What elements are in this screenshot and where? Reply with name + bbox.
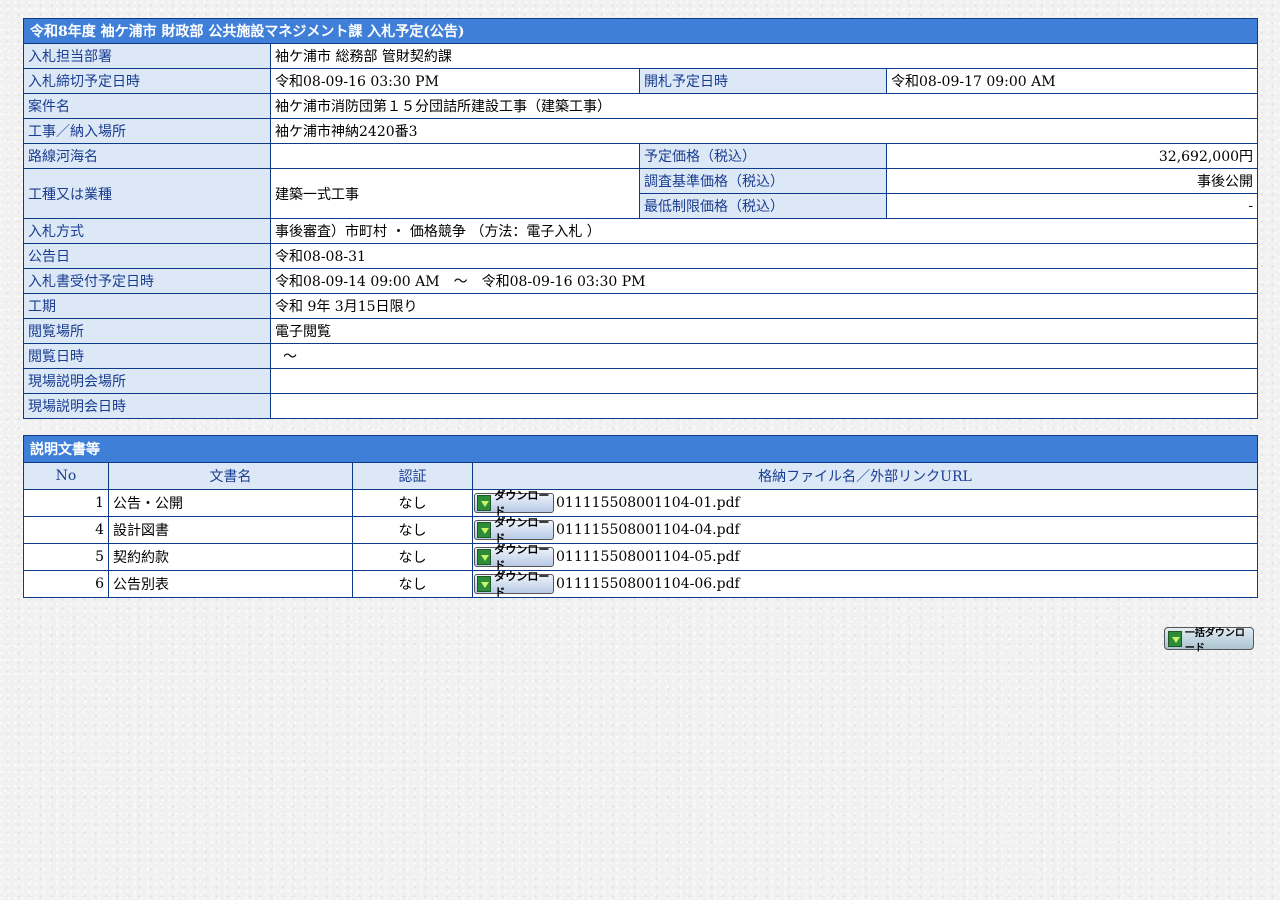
table-row: 1 公告・公開 なし ダウンロード 011115508001104-01.pdf: [23, 489, 1258, 518]
site-place-value: [269, 368, 1259, 394]
doc-no: 6: [23, 570, 109, 598]
page-container: 令和8年度 袖ケ浦市 財政部 公共施設マネジメント課 入札予定(公告) 入札担当…: [22, 18, 1259, 599]
download-icon: [1168, 630, 1182, 647]
opening-value: 令和08-09-17 09:00 AM: [885, 68, 1259, 94]
period-value: 令和 9年 3月15日限り: [269, 293, 1259, 319]
view-place-label: 閲覧場所: [23, 318, 271, 344]
doc-filename: 011115508001104-04.pdf: [556, 522, 740, 538]
min-price-value: -: [885, 193, 1259, 219]
doc-no: 4: [23, 516, 109, 544]
documents-table: 説明文書等 No 文書名 認証 格納ファイル名／外部リンクURL 1 公告・公開…: [23, 435, 1258, 599]
download-icon: [477, 522, 492, 538]
announce-label: 公告日: [23, 243, 271, 269]
price-value: 32,692,000円: [885, 143, 1259, 169]
doc-auth: なし: [352, 570, 473, 598]
doc-filename: 011115508001104-06.pdf: [556, 576, 740, 592]
bulk-download-label: 一括ダウンロード: [1184, 627, 1245, 654]
opening-label: 開札予定日時: [639, 68, 887, 94]
place-label: 工事／納入場所: [23, 118, 271, 144]
survey-value: 事後公開: [885, 168, 1259, 194]
doc-name: 設計図書: [108, 516, 353, 544]
accept-value: 令和08-09-14 09:00 AM ～ 令和08-09-16 03:30 P…: [269, 268, 1259, 294]
site-date-label: 現場説明会日時: [23, 393, 271, 419]
doc-no: 1: [23, 489, 109, 517]
doc-auth: なし: [352, 489, 473, 517]
download-label: ダウンロード: [494, 570, 550, 599]
col-header-file: 格納ファイル名／外部リンクURL: [472, 462, 1258, 490]
doc-name: 公告・公開: [108, 489, 353, 517]
notice-title: 令和8年度 袖ケ浦市 財政部 公共施設マネジメント課 入札予定(公告): [22, 18, 1259, 44]
site-date-value: [269, 393, 1259, 419]
route-label: 路線河海名: [23, 143, 271, 169]
view-date-value: ～: [269, 343, 1259, 369]
announce-value: 令和08-08-31: [269, 243, 1259, 269]
doc-file-cell: ダウンロード 011115508001104-04.pdf: [472, 516, 1258, 545]
doc-name: 公告別表: [108, 570, 353, 598]
deadline-label: 入札締切予定日時: [23, 68, 271, 94]
dept-label: 入札担当部署: [23, 43, 271, 69]
bulk-download-button[interactable]: 一括ダウンロード: [1164, 627, 1254, 654]
download-button[interactable]: ダウンロード: [474, 489, 554, 518]
doc-file-cell: ダウンロード 011115508001104-05.pdf: [472, 543, 1258, 572]
table-row: 4 設計図書 なし ダウンロード 011115508001104-04.pdf: [23, 516, 1258, 545]
download-icon: [477, 576, 492, 592]
table-row: 6 公告別表 なし ダウンロード 011115508001104-06.pdf: [23, 570, 1258, 599]
doc-file-cell: ダウンロード 011115508001104-06.pdf: [472, 570, 1258, 599]
doc-auth: なし: [352, 543, 473, 571]
col-header-no: No: [23, 462, 109, 490]
site-place-label: 現場説明会場所: [23, 368, 271, 394]
view-date-label: 閲覧日時: [23, 343, 271, 369]
doc-filename: 011115508001104-05.pdf: [556, 549, 740, 565]
download-button[interactable]: ダウンロード: [474, 516, 554, 545]
case-value: 袖ケ浦市消防団第１５分団詰所建設工事（建築工事）: [269, 93, 1259, 119]
download-icon: [477, 549, 492, 565]
route-value: [270, 143, 640, 169]
notice-table: 令和8年度 袖ケ浦市 財政部 公共施設マネジメント課 入札予定(公告) 入札担当…: [22, 18, 1259, 419]
min-price-label: 最低制限価格（税込）: [639, 193, 887, 219]
dept-value: 袖ケ浦市 総務部 管財契約課: [269, 43, 1259, 69]
doc-name: 契約約款: [108, 543, 353, 571]
col-header-name: 文書名: [108, 462, 353, 490]
method-label: 入札方式: [23, 218, 271, 244]
view-place-value: 電子閲覧: [269, 318, 1259, 344]
documents-title: 説明文書等: [23, 435, 1258, 463]
case-label: 案件名: [23, 93, 271, 119]
type-value: 建築一式工事: [270, 168, 640, 219]
download-button[interactable]: ダウンロード: [474, 570, 554, 599]
doc-filename: 011115508001104-01.pdf: [556, 495, 740, 511]
place-value: 袖ケ浦市神納2420番3: [269, 118, 1259, 144]
doc-file-cell: ダウンロード 011115508001104-01.pdf: [472, 489, 1258, 518]
type-label: 工種又は業種: [23, 168, 271, 219]
price-label: 予定価格（税込）: [639, 143, 887, 169]
method-value: 事後審査）市町村 ・ 価格競争 （方法：電子入札 ）: [269, 218, 1259, 244]
deadline-value: 令和08-09-16 03:30 PM: [270, 68, 640, 94]
table-row: 5 契約約款 なし ダウンロード 011115508001104-05.pdf: [23, 543, 1258, 572]
download-button[interactable]: ダウンロード: [474, 543, 554, 572]
period-label: 工期: [23, 293, 271, 319]
col-header-auth: 認証: [352, 462, 473, 490]
doc-no: 5: [23, 543, 109, 571]
doc-auth: なし: [352, 516, 473, 544]
accept-label: 入札書受付予定日時: [23, 268, 271, 294]
download-icon: [477, 495, 492, 511]
survey-label: 調査基準価格（税込）: [639, 168, 887, 194]
